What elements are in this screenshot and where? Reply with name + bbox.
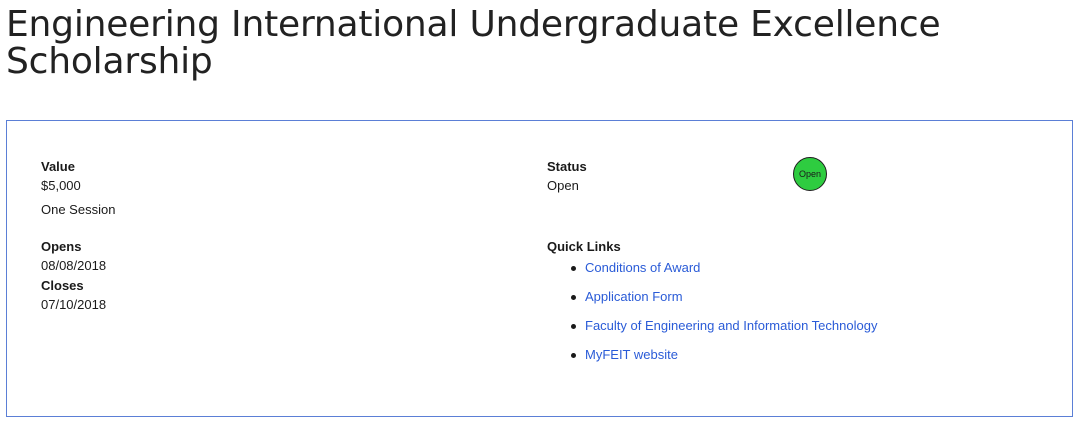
status-label: Status [547, 159, 587, 174]
application-form-link[interactable]: Application Form [585, 289, 683, 304]
conditions-of-award-link[interactable]: Conditions of Award [585, 260, 700, 275]
myfeit-website-link[interactable]: MyFEIT website [585, 347, 678, 362]
list-item: Conditions of Award [567, 260, 877, 289]
status-badge: Open [793, 157, 827, 191]
list-item: Faculty of Engineering and Information T… [567, 318, 877, 347]
value-amount: $5,000 [41, 178, 81, 193]
value-period: One Session [41, 202, 116, 217]
opens-label: Opens [41, 239, 82, 254]
scholarship-details-panel: Value $5,000 One Session Opens 08/08/201… [6, 120, 1073, 417]
page-title: Engineering International Undergraduate … [6, 4, 941, 82]
status-value: Open [547, 178, 579, 193]
list-item: Application Form [567, 289, 877, 318]
closes-date: 07/10/2018 [41, 297, 107, 312]
opens-date: 08/08/2018 [41, 258, 107, 273]
quick-links-label: Quick Links [547, 239, 621, 254]
faculty-link[interactable]: Faculty of Engineering and Information T… [585, 318, 877, 333]
quick-links-list: Conditions of Award Application Form Fac… [567, 260, 877, 376]
closes-label: Closes [41, 278, 84, 293]
list-item: MyFEIT website [567, 347, 877, 376]
value-label: Value [41, 159, 75, 174]
